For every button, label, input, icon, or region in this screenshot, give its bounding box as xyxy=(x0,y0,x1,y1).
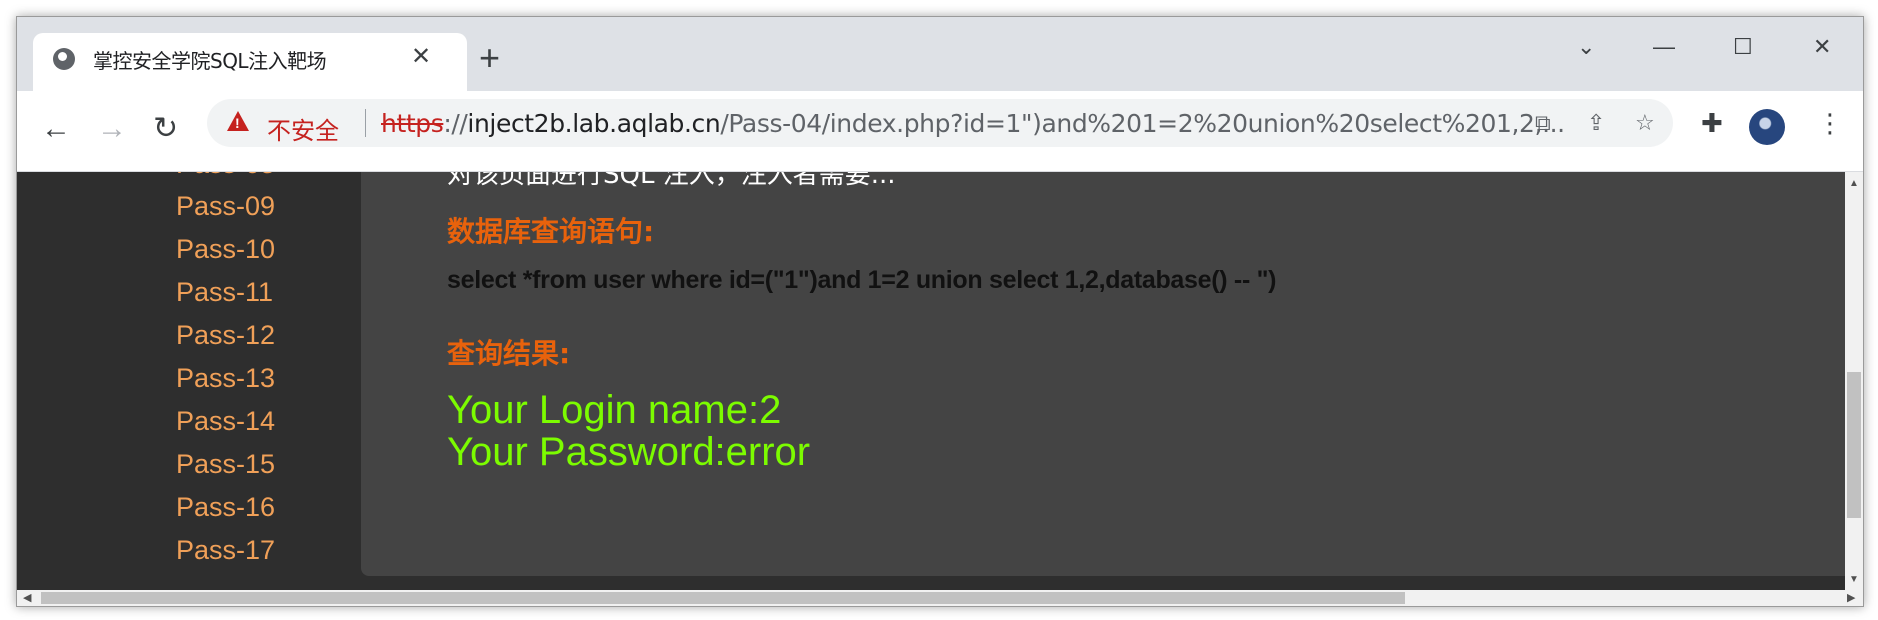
divider xyxy=(365,109,366,137)
back-arrow-icon[interactable]: ← xyxy=(41,111,71,147)
warning-icon[interactable]: ! xyxy=(227,111,249,131)
close-window-icon[interactable]: ✕ xyxy=(1813,35,1831,59)
sidebar-item-pass-13[interactable]: Pass-13 xyxy=(176,362,275,394)
address-bar[interactable]: ! 不安全 https://inject2b.lab.aqlab.cn/Pass… xyxy=(207,99,1673,147)
sidebar-item-pass-14[interactable]: Pass-14 xyxy=(176,405,275,437)
result-heading: 查询结果: xyxy=(447,337,571,370)
tab-strip: 掌控安全学院SQL注入靶场 ✕ + ⌄ — ☐ ✕ xyxy=(17,17,1863,91)
sidebar-item-pass-08[interactable]: Pass-08 xyxy=(176,172,275,180)
page-content: Pass-08 Pass-09 Pass-10 Pass-11 Pass-12 … xyxy=(17,172,1863,590)
query-text: select *from user where id=("1")and 1=2 … xyxy=(447,266,1277,294)
query-heading: 数据库查询语句: xyxy=(447,215,655,248)
url-separator: :// xyxy=(443,109,468,138)
browser-toolbar: ← → ↻ ! 不安全 https://inject2b.lab.aqlab.c… xyxy=(17,91,1863,172)
login-name-result: Your Login name:2 xyxy=(447,388,782,432)
new-tab-button[interactable]: + xyxy=(479,40,500,76)
sidebar-item-pass-10[interactable]: Pass-10 xyxy=(176,233,275,265)
scroll-down-icon[interactable]: ▼ xyxy=(1849,574,1859,585)
browser-window: 掌控安全学院SQL注入靶场 ✕ + ⌄ — ☐ ✕ ← → ↻ ! 不安全 ht… xyxy=(16,16,1864,607)
url-host: inject2b.lab.aqlab.cn xyxy=(467,109,721,138)
star-icon[interactable]: ☆ xyxy=(1635,111,1655,135)
tab-title[interactable]: 掌控安全学院SQL注入靶场 xyxy=(93,45,327,74)
translate-icon[interactable]: ⧉ xyxy=(1535,111,1551,135)
kebab-menu-icon[interactable]: ⋮ xyxy=(1817,109,1843,137)
main-panel: 对该页面进行SQL 注入，注入者需要... 数据库查询语句: select *f… xyxy=(361,172,1861,576)
intro-text: 对该页面进行SQL 注入，注入者需要... xyxy=(447,172,896,190)
password-result: Your Password:error xyxy=(447,430,811,474)
sidebar-item-pass-16[interactable]: Pass-16 xyxy=(176,491,275,523)
sidebar-item-pass-15[interactable]: Pass-15 xyxy=(176,448,275,480)
sidebar-item-pass-11[interactable]: Pass-11 xyxy=(176,276,273,308)
globe-icon xyxy=(53,48,75,70)
horizontal-scroll-thumb[interactable] xyxy=(41,592,1405,604)
sidebar-item-pass-09[interactable]: Pass-09 xyxy=(176,190,275,222)
reload-icon[interactable]: ↻ xyxy=(153,111,178,147)
scroll-up-icon[interactable]: ▲ xyxy=(1849,178,1859,189)
vertical-scrollbar[interactable]: ▲ ▼ xyxy=(1845,172,1863,590)
minimize-icon[interactable]: — xyxy=(1653,35,1675,59)
url-scheme: https xyxy=(381,109,444,138)
scroll-left-icon[interactable]: ◀ xyxy=(23,591,31,604)
avatar[interactable] xyxy=(1749,109,1785,145)
vertical-scroll-thumb[interactable] xyxy=(1847,372,1861,518)
forward-arrow-icon[interactable]: → xyxy=(97,111,127,147)
close-tab-icon[interactable]: ✕ xyxy=(411,43,431,71)
security-label[interactable]: 不安全 xyxy=(267,111,339,146)
scroll-right-icon[interactable]: ▶ xyxy=(1847,591,1855,604)
sidebar-item-pass-17[interactable]: Pass-17 xyxy=(176,534,275,566)
share-icon[interactable]: ⇪ xyxy=(1587,111,1605,135)
puzzle-icon[interactable]: ✚ xyxy=(1701,109,1723,137)
sidebar-item-pass-12[interactable]: Pass-12 xyxy=(176,319,275,351)
tab-search-icon[interactable]: ⌄ xyxy=(1577,35,1595,59)
horizontal-scrollbar[interactable]: ◀ ▶ xyxy=(17,590,1863,606)
sidebar: Pass-08 Pass-09 Pass-10 Pass-11 Pass-12 … xyxy=(17,172,357,590)
maximize-icon[interactable]: ☐ xyxy=(1733,35,1753,59)
url-path: /Pass-04/index.php?id=1")and%201=2%20uni… xyxy=(720,109,1565,138)
url-text[interactable]: https://inject2b.lab.aqlab.cn/Pass-04/in… xyxy=(381,109,1565,138)
